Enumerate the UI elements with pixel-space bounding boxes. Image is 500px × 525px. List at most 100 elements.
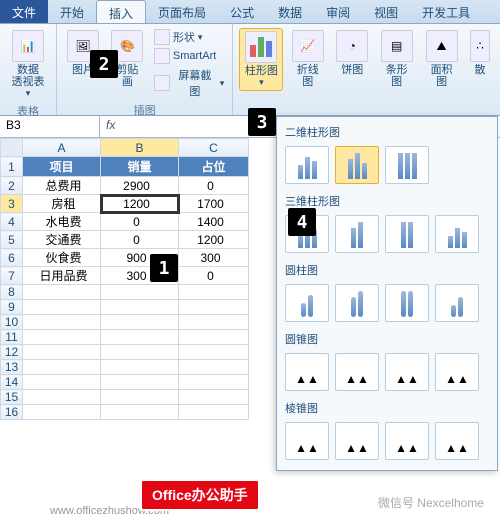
cell[interactable]: 300 [179, 249, 249, 267]
cell[interactable]: 0 [179, 267, 249, 285]
cell[interactable]: 2900 [101, 177, 179, 195]
cell[interactable] [179, 330, 249, 345]
chart-3d-column[interactable] [435, 215, 479, 253]
screenshot-button[interactable]: 屏幕截图▾ [152, 66, 226, 100]
tab-view[interactable]: 视图 [362, 0, 410, 23]
cell[interactable]: 水电费 [23, 213, 101, 231]
cell[interactable] [179, 315, 249, 330]
row-header[interactable]: 5 [1, 231, 23, 249]
row-header[interactable]: 15 [1, 390, 23, 405]
cell[interactable] [101, 345, 179, 360]
col-header-a[interactable]: A [23, 139, 101, 157]
tab-insert[interactable]: 插入 [96, 0, 146, 23]
cell[interactable] [179, 300, 249, 315]
chart-cyl-4[interactable] [435, 284, 479, 322]
cell[interactable] [101, 360, 179, 375]
cell-selected[interactable]: 1200 [101, 195, 179, 213]
cell[interactable]: 0 [101, 231, 179, 249]
cell[interactable]: 0 [101, 213, 179, 231]
row-header[interactable]: 4 [1, 213, 23, 231]
pivot-table-button[interactable]: 📊 数据 透视表 ▾ [6, 28, 50, 101]
col-header-b[interactable]: B [101, 139, 179, 157]
row-header[interactable]: 2 [1, 177, 23, 195]
row-header[interactable]: 14 [1, 375, 23, 390]
cell[interactable] [101, 285, 179, 300]
shapes-button[interactable]: 形状▾ [152, 28, 226, 46]
cell[interactable] [101, 330, 179, 345]
tab-home[interactable]: 开始 [48, 0, 96, 23]
name-box[interactable]: B3 [0, 116, 100, 137]
chart-3d-100stacked[interactable] [385, 215, 429, 253]
chart-cyl-3[interactable] [385, 284, 429, 322]
cell[interactable]: 房租 [23, 195, 101, 213]
cell[interactable] [23, 330, 101, 345]
cell[interactable]: 总费用 [23, 177, 101, 195]
chart-2d-stacked[interactable] [335, 146, 379, 184]
tab-dev[interactable]: 开发工具 [410, 0, 482, 23]
cell[interactable]: 伙食费 [23, 249, 101, 267]
tab-formulas[interactable]: 公式 [218, 0, 266, 23]
cell[interactable] [23, 315, 101, 330]
bar-chart-button[interactable]: ▤ 条形图 [376, 28, 417, 90]
cell[interactable] [179, 360, 249, 375]
row-header[interactable]: 6 [1, 249, 23, 267]
pie-chart-button[interactable]: ◔ 饼图 [332, 28, 372, 78]
cell[interactable] [179, 405, 249, 420]
cell[interactable] [101, 300, 179, 315]
chart-cone-2[interactable]: ▲▲ [335, 353, 379, 391]
cell[interactable] [101, 405, 179, 420]
cell[interactable] [23, 285, 101, 300]
chart-pyr-1[interactable]: ▲▲ [285, 422, 329, 460]
cell[interactable]: 项目 [23, 157, 101, 177]
row-header[interactable]: 13 [1, 360, 23, 375]
cell[interactable] [101, 390, 179, 405]
cell[interactable]: 占位 [179, 157, 249, 177]
line-chart-button[interactable]: 📈 折线图 [287, 28, 328, 90]
row-header[interactable]: 9 [1, 300, 23, 315]
row-header[interactable]: 10 [1, 315, 23, 330]
scatter-chart-button[interactable]: ∴ 散 [466, 28, 494, 78]
cell[interactable]: 1400 [179, 213, 249, 231]
chart-pyr-2[interactable]: ▲▲ [335, 422, 379, 460]
row-header[interactable]: 1 [1, 157, 23, 177]
cell[interactable] [23, 360, 101, 375]
row-header[interactable]: 8 [1, 285, 23, 300]
chart-cone-1[interactable]: ▲▲ [285, 353, 329, 391]
cell[interactable]: 1700 [179, 195, 249, 213]
tab-review[interactable]: 审阅 [314, 0, 362, 23]
chart-cone-4[interactable]: ▲▲ [435, 353, 479, 391]
area-chart-button[interactable]: ⛰ 面积图 [421, 28, 462, 90]
cell[interactable] [179, 375, 249, 390]
cell[interactable] [179, 285, 249, 300]
row-header[interactable]: 16 [1, 405, 23, 420]
cell[interactable]: 销量 [101, 157, 179, 177]
cell[interactable] [23, 300, 101, 315]
row-header[interactable]: 7 [1, 267, 23, 285]
chart-3d-stacked[interactable] [335, 215, 379, 253]
cell[interactable] [23, 390, 101, 405]
column-chart-button[interactable]: 柱形图 ▾ [239, 28, 283, 91]
cell[interactable] [101, 315, 179, 330]
cell[interactable]: 0 [179, 177, 249, 195]
cell[interactable] [179, 390, 249, 405]
select-all-corner[interactable] [1, 139, 23, 157]
row-header[interactable]: 3 [1, 195, 23, 213]
cell[interactable] [179, 345, 249, 360]
chart-pyr-4[interactable]: ▲▲ [435, 422, 479, 460]
chart-cyl-1[interactable] [285, 284, 329, 322]
cell[interactable] [23, 375, 101, 390]
smartart-button[interactable]: SmartArt [152, 47, 226, 65]
cell[interactable]: 交通费 [23, 231, 101, 249]
tab-layout[interactable]: 页面布局 [146, 0, 218, 23]
cell[interactable] [23, 405, 101, 420]
tab-file[interactable]: 文件 [0, 0, 48, 23]
chart-cyl-2[interactable] [335, 284, 379, 322]
cell[interactable] [23, 345, 101, 360]
cell[interactable]: 日用品费 [23, 267, 101, 285]
cell[interactable]: 1200 [179, 231, 249, 249]
chart-2d-clustered[interactable] [285, 146, 329, 184]
row-header[interactable]: 11 [1, 330, 23, 345]
chart-pyr-3[interactable]: ▲▲ [385, 422, 429, 460]
tab-data[interactable]: 数据 [266, 0, 314, 23]
fx-icon[interactable]: fx [100, 116, 121, 137]
